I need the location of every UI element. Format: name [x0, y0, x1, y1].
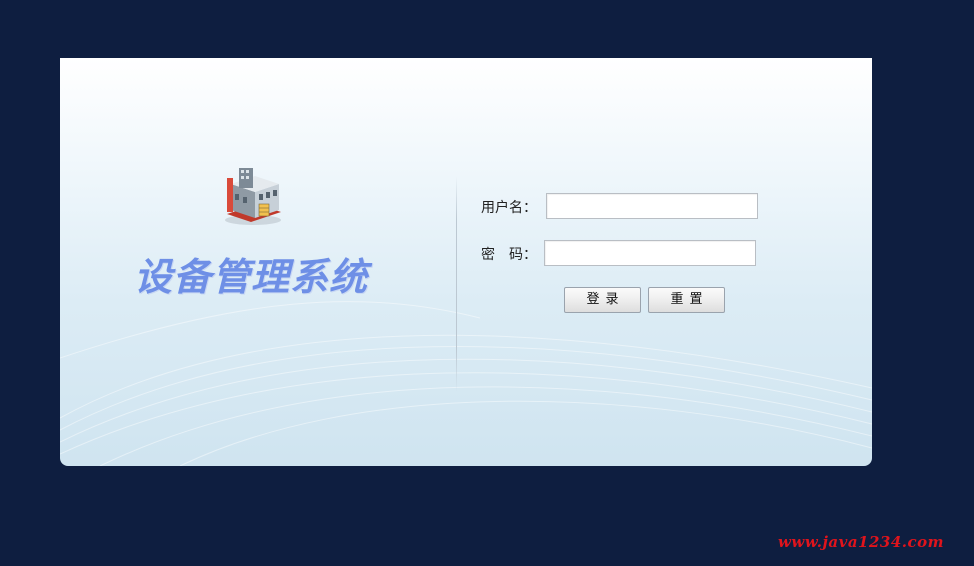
password-label: 密 码： [481, 247, 537, 263]
reset-button[interactable]: 重置 [648, 287, 725, 313]
username-label: 用户名： [481, 200, 537, 216]
username-input[interactable] [546, 193, 758, 219]
system-title: 设备管理系统 [134, 255, 369, 299]
login-button[interactable]: 登录 [564, 287, 641, 313]
panel-divider [456, 176, 457, 392]
factory-building-icon [225, 168, 281, 225]
password-input[interactable] [544, 240, 756, 266]
login-panel: 设备管理系统 用户名： 密 码： 登录 重置 [60, 58, 872, 466]
watermark-link: www.java1234.com [778, 533, 945, 551]
